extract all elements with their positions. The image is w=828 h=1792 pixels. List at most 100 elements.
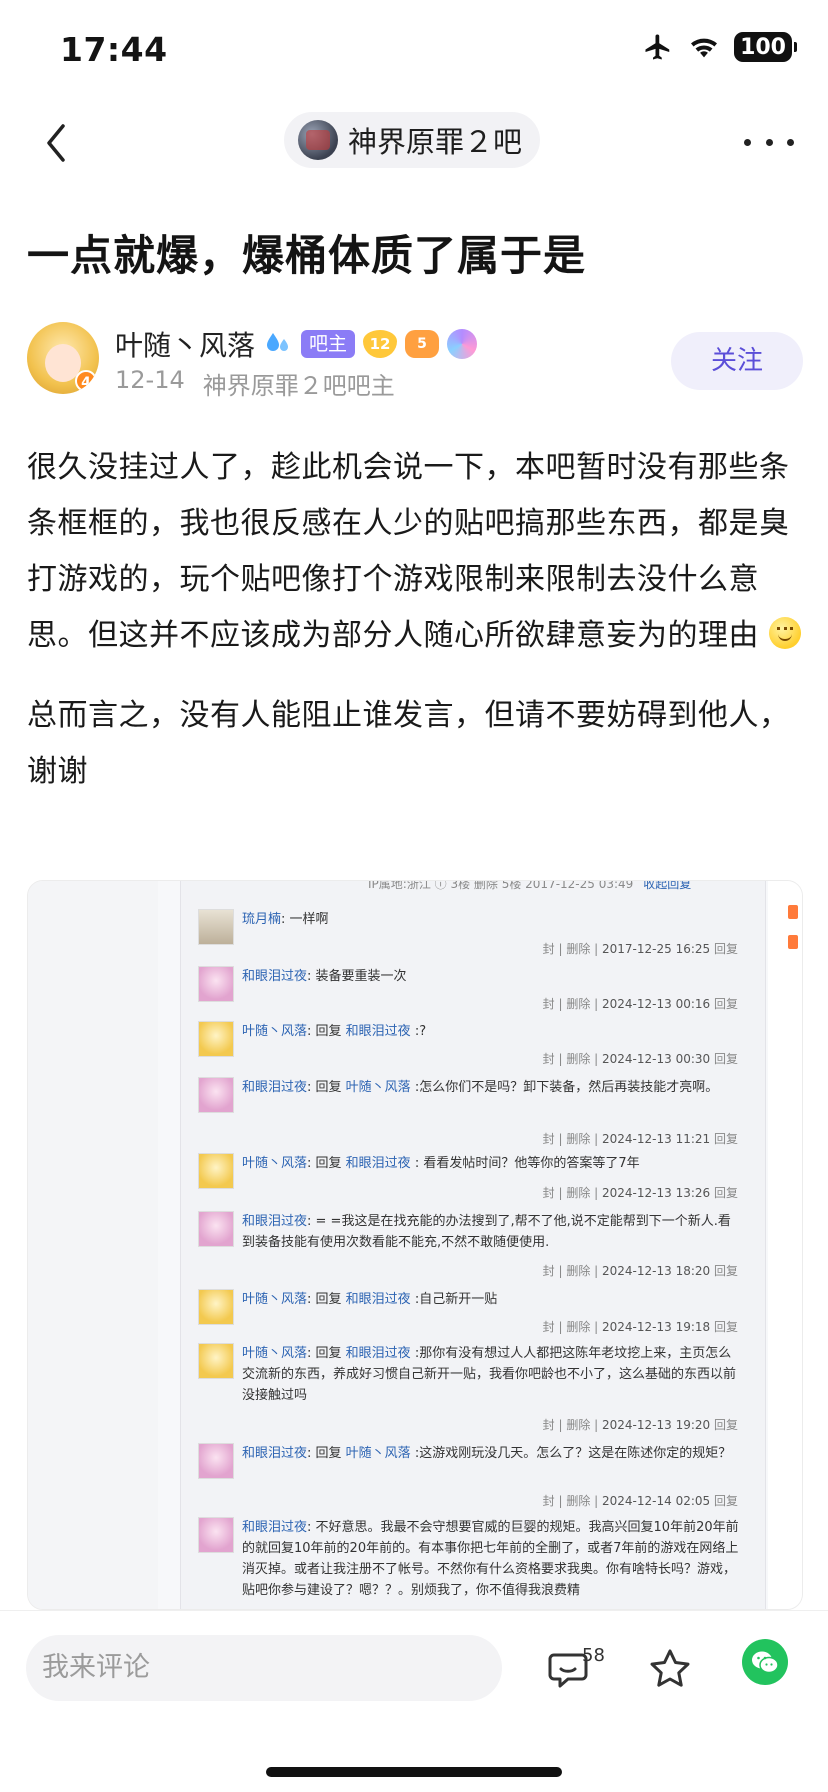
comment-reply-to: 叶随丶风落 — [345, 1446, 411, 1461]
comment-mid: : 回复 — [307, 1346, 346, 1361]
comment-user: 琉月楠 — [242, 912, 282, 927]
commenter-avatar — [198, 1343, 234, 1379]
comment-meta: 封 | 删除 | 2024-12-13 19:18 回复 — [543, 1317, 738, 1338]
post-content: 很久没挂过人了，趁此机会说一下，本吧暂时没有那些条条框框的，我也很反感在人少的贴… — [27, 440, 803, 824]
more-button[interactable] — [744, 122, 794, 162]
author-name-row: 叶随丶风落 吧主 12 5 — [115, 324, 478, 364]
comment-ops: 封 | 删除 | — [542, 1264, 599, 1278]
top-line-text: IP属地:浙江 ⓘ 3楼 删除 5楼 2017-12-25 03:49 — [368, 880, 634, 891]
comment-tail: : 看看发帖时间？他等你的答案等了7年 — [410, 1156, 640, 1171]
comment-mid: : 回复 — [307, 1446, 346, 1461]
bottom-bar: 我来评论 58 — [0, 1610, 828, 1792]
comment-reply-link: 回复 — [713, 1418, 738, 1432]
water-drops-icon — [267, 333, 289, 351]
commenter-avatar — [198, 1077, 234, 1113]
screenshot-top-line: IP属地:浙江 ⓘ 3楼 删除 5楼 2017-12-25 03:49 收起回复 — [368, 880, 692, 892]
comment-time: 2024-12-13 13:26 — [602, 1186, 711, 1200]
screenshot-left-pane — [28, 881, 158, 1609]
comment-text: 叶随丶风落: 回复 和眼泪过夜 : 看看发帖时间？他等你的答案等了7年 — [242, 1153, 742, 1174]
status-time: 17:44 — [60, 30, 168, 69]
comment-reply-to: 和眼泪过夜 — [345, 1156, 411, 1171]
planet-badge-icon — [447, 329, 478, 359]
forum-name: 神界原罪２吧 — [348, 125, 523, 159]
comment-ops: 封 | 删除 | — [542, 1320, 599, 1334]
comment-ops: 封 | 删除 | — [542, 1494, 599, 1508]
back-button[interactable] — [34, 118, 78, 168]
comment-mid: : 回复 — [307, 1156, 346, 1171]
author-meta: 12-14 神界原罪２吧吧主 — [115, 366, 395, 401]
comment-user: 叶随丶风落 — [242, 1346, 308, 1361]
comment-user: 和眼泪过夜 — [242, 969, 308, 984]
follow-button[interactable]: 关注 — [671, 332, 803, 390]
comment-meta: 封 | 删除 | 2024-12-13 13:26 回复 — [543, 1183, 738, 1204]
forum-avatar — [298, 120, 338, 160]
comment-meta: 封 | 删除 | 2024-12-13 00:30 回复 — [543, 1049, 738, 1070]
comment-time: 2024-12-13 00:16 — [602, 997, 711, 1011]
comment-tail: :自己新开一贴 — [410, 1292, 498, 1307]
forum-owner-badge: 吧主 — [301, 330, 356, 358]
favorite-button[interactable] — [642, 1641, 698, 1697]
battery-indicator: 100 — [734, 32, 797, 62]
commenter-avatar — [198, 1443, 234, 1479]
commenter-avatar — [198, 966, 234, 1002]
smile-emoji-icon — [769, 617, 802, 649]
comment-ops: 封 | 删除 | — [542, 997, 599, 1011]
comment-time: 2024-12-13 11:21 — [602, 1132, 711, 1146]
level-badge: 12 — [363, 330, 398, 358]
comment-mid: : 不好意思。我最不会守想要官威的巨婴的规矩。我高兴回复10年前20年前的就回复… — [242, 1520, 739, 1598]
author-name[interactable]: 叶随丶风落 — [115, 324, 255, 364]
comment-mid: : 回复 — [307, 1024, 346, 1039]
comment-reply-link: 回复 — [713, 997, 738, 1011]
home-indicator — [266, 1767, 562, 1777]
commenter-avatar — [198, 909, 234, 945]
comment-reply-link: 回复 — [713, 1320, 738, 1334]
collapse-replies-link: 收起回复 — [643, 880, 692, 891]
comment-text: 琉月楠: 一样啊 — [242, 909, 742, 930]
comment-meta: 封 | 删除 | 2024-12-13 11:21 回复 — [543, 1129, 738, 1150]
commenter-avatar — [198, 1021, 234, 1057]
comment-meta: 封 | 删除 | 2024-12-13 00:16 回复 — [543, 994, 738, 1015]
comment-meta: 封 | 删除 | 2017-12-25 16:25 回复 — [543, 939, 738, 960]
comment-ops: 封 | 删除 | — [542, 942, 599, 956]
commenter-avatar — [198, 1289, 234, 1325]
wechat-share-button[interactable] — [742, 1639, 788, 1685]
comment-time: 2017-12-25 16:25 — [602, 942, 711, 956]
comment-user: 和眼泪过夜 — [242, 1080, 308, 1095]
author-avatar[interactable]: 4 — [27, 322, 99, 394]
comment-mid: : 装备要重装一次 — [307, 969, 407, 984]
comment-time: 2024-12-13 19:20 — [602, 1418, 711, 1432]
comment-user: 叶随丶风落 — [242, 1156, 308, 1171]
comment-mid: : 回复 — [307, 1080, 346, 1095]
comment-count: 58 — [582, 1645, 605, 1666]
paragraph: 很久没挂过人了，趁此机会说一下，本吧暂时没有那些条条框框的，我也很反感在人少的贴… — [27, 440, 803, 664]
forum-link[interactable]: 神界原罪２吧 — [284, 112, 541, 168]
chevron-left-icon — [47, 124, 65, 162]
right-strip-mark — [788, 905, 798, 919]
commenter-avatar — [198, 1517, 234, 1553]
comment-input[interactable]: 我来评论 — [26, 1635, 502, 1701]
attached-screenshot[interactable]: IP属地:浙江 ⓘ 3楼 删除 5楼 2017-12-25 03:49 收起回复 … — [27, 880, 803, 1610]
comment-text: 叶随丶风落: 回复 和眼泪过夜 :自己新开一贴 — [242, 1289, 742, 1310]
comment-text: 和眼泪过夜: = =我这是在找充能的办法搜到了,帮不了他,说不定能帮到下一个新人… — [242, 1211, 742, 1253]
comment-meta: 封 | 删除 | 2024-12-14 02:05 回复 — [543, 1491, 738, 1512]
wechat-icon — [752, 1651, 779, 1674]
comment-tail: :怎么你们不是吗？卸下装备，然后再装技能才亮啊。 — [410, 1080, 719, 1095]
comment-reply-to: 叶随丶风落 — [345, 1080, 411, 1095]
status-bar: 17:44 100 — [0, 0, 828, 100]
comment-time: 2024-12-13 18:20 — [602, 1264, 711, 1278]
comment-reply-to: 和眼泪过夜 — [345, 1292, 411, 1307]
paragraph-text: 很久没挂过人了，趁此机会说一下，本吧暂时没有那些条条框框的，我也很反感在人少的贴… — [27, 450, 790, 653]
comment-reply-link: 回复 — [713, 1132, 738, 1146]
post-date: 12-14 — [115, 366, 185, 394]
more-dot-icon — [765, 138, 773, 146]
comment-time: 2024-12-14 02:05 — [602, 1494, 711, 1508]
commenter-avatar — [198, 1211, 234, 1247]
comment-ops: 封 | 删除 | — [542, 1132, 599, 1146]
comment-time: 2024-12-13 00:30 — [602, 1052, 711, 1066]
gamepad-badge: 5 — [405, 330, 440, 358]
screenshot-right-strip — [768, 881, 802, 1609]
more-dot-icon — [787, 138, 794, 146]
wifi-icon — [691, 38, 718, 58]
comment-ops: 封 | 删除 | — [542, 1052, 599, 1066]
status-icons: 100 — [642, 32, 797, 62]
